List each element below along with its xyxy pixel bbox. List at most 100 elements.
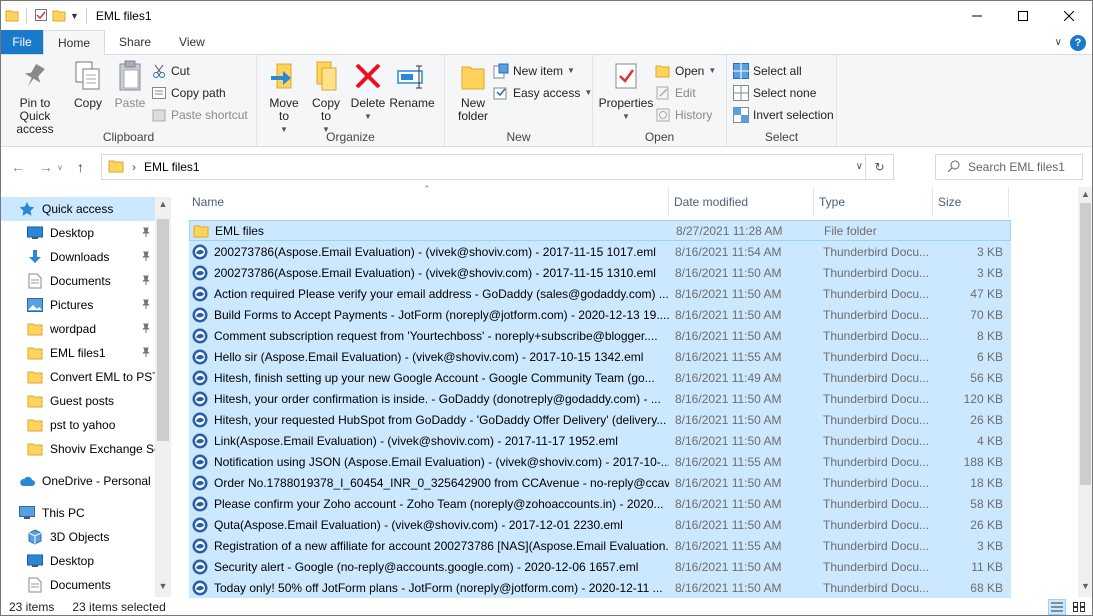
history-button[interactable]: History — [655, 105, 716, 124]
back-arrow-icon[interactable]: ← — [11, 159, 25, 175]
nav-item[interactable]: Documents — [1, 269, 155, 293]
nav-item[interactable]: EML files1 — [1, 341, 155, 365]
paste-shortcut-button[interactable]: Paste shortcut — [151, 105, 248, 124]
scroll-up-icon[interactable]: ▲ — [155, 199, 171, 209]
nav-item[interactable]: Shoviv Exchange Ser — [1, 437, 165, 461]
table-row[interactable]: Hitesh, your requested HubSpot from GoDa… — [189, 409, 1011, 430]
forward-arrow-icon[interactable]: → — [39, 159, 53, 175]
search-box[interactable]: Search EML files1 — [935, 154, 1083, 180]
file-name-cell: Registration of a new affiliate for acco… — [189, 538, 669, 554]
properties-icon[interactable] — [34, 8, 48, 25]
table-row[interactable]: Hitesh, finish setting up your new Googl… — [189, 367, 1011, 388]
table-row[interactable]: Today only! 50% off JotForm plans - JotF… — [189, 577, 1011, 598]
up-arrow-icon[interactable]: ↑ — [77, 159, 84, 175]
paste-shortcut-label: Paste shortcut — [171, 107, 248, 122]
date-modified-cell: 8/16/2021 11:49 AM — [675, 370, 782, 385]
table-row[interactable]: Build Forms to Accept Payments - JotForm… — [189, 304, 1011, 325]
details-view-icon[interactable] — [1048, 599, 1066, 615]
nav-item[interactable]: Desktop — [1, 549, 155, 573]
type-cell: File folder — [824, 223, 877, 238]
maximize-icon[interactable] — [1000, 1, 1046, 31]
breadcrumb-item[interactable]: EML files1 — [144, 160, 200, 174]
title-bar[interactable]: ▼ EML files1 — [1, 1, 1092, 31]
table-row[interactable]: Security alert - Google (no-reply@accoun… — [189, 556, 1011, 577]
scroll-down-icon[interactable]: ▼ — [1078, 581, 1092, 591]
help-icon[interactable]: ? — [1070, 35, 1086, 51]
paste-label: Paste — [114, 96, 146, 110]
file-list-scrollbar-thumb[interactable] — [1080, 203, 1091, 485]
pin-icon — [141, 323, 151, 336]
nav-item[interactable]: Desktop — [1, 221, 155, 245]
table-row[interactable]: Please confirm your Zoho account - Zoho … — [189, 493, 1011, 514]
nav-item[interactable]: Pictures — [1, 293, 155, 317]
column-size[interactable]: Size — [933, 187, 1009, 217]
file-name-cell: Action required Please verify your email… — [189, 286, 669, 302]
table-row[interactable]: Hello sir (Aspose.Email Evaluation) - (v… — [189, 346, 1011, 367]
table-row[interactable]: Quta(Aspose.Email Evaluation) - (vivek@s… — [189, 514, 1011, 535]
tab-home[interactable]: Home — [43, 30, 106, 55]
table-row[interactable]: Order No.1788019378_I_60454_INR_0_325642… — [189, 472, 1011, 493]
nav-scrollbar-thumb[interactable] — [157, 219, 169, 441]
nav-item[interactable]: Quick access — [1, 197, 155, 221]
ribbon-expand-icon[interactable]: ∨ — [1055, 37, 1062, 48]
search-input[interactable]: Search EML files1 — [968, 160, 1065, 174]
nav-item[interactable]: Documents — [1, 573, 155, 597]
file-list-scrollbar[interactable]: ▲ ▼ — [1078, 187, 1092, 597]
table-row[interactable]: 200273786(Aspose.Email Evaluation) - (vi… — [189, 241, 1011, 262]
table-row[interactable]: Registration of a new affiliate for acco… — [189, 535, 1011, 556]
type-cell: Thunderbird Docu... — [823, 538, 930, 553]
invert-selection-button[interactable]: Invert selection — [733, 105, 834, 124]
new-folder-icon[interactable] — [52, 8, 66, 25]
address-bar[interactable]: › EML files1 ∨ ↻ — [101, 154, 894, 180]
copy-path-button[interactable]: Copy path — [151, 83, 248, 102]
pin-icon — [19, 59, 51, 93]
nav-item[interactable]: Downloads — [1, 245, 155, 269]
table-row[interactable]: Action required Please verify your email… — [189, 283, 1011, 304]
minimize-icon[interactable] — [954, 1, 1000, 31]
nav-item[interactable]: This PC — [1, 501, 155, 525]
select-none-button[interactable]: Select none — [733, 83, 834, 102]
large-icons-view-icon[interactable] — [1070, 599, 1088, 615]
tab-share[interactable]: Share — [105, 30, 165, 54]
nav-item[interactable]: wordpad — [1, 317, 155, 341]
recent-locations-icon[interactable]: ∨ — [57, 163, 63, 172]
copy-label: Copy — [73, 96, 102, 110]
column-type[interactable]: Type — [814, 187, 933, 217]
address-dropdown-icon[interactable]: ∨ — [856, 161, 863, 172]
scroll-down-icon[interactable]: ▼ — [155, 581, 171, 591]
edit-button[interactable]: Edit — [655, 83, 716, 102]
size-cell: 18 KB — [970, 475, 1003, 490]
breadcrumb-separator-icon[interactable]: › — [132, 160, 136, 174]
table-row[interactable]: Notification using JSON (Aspose.Email Ev… — [189, 451, 1011, 472]
clipboard-group: Pin to Quick access Copy Paste Cut Copy … — [1, 55, 257, 147]
tab-view[interactable]: View — [165, 30, 219, 54]
file-list: Name Date modified Type Size ⌃ EML files… — [187, 184, 1092, 598]
date-modified-cell: 8/16/2021 11:50 AM — [675, 496, 782, 511]
scroll-up-icon[interactable]: ▲ — [1078, 189, 1092, 199]
nav-item[interactable]: pst to yahoo — [1, 413, 155, 437]
nav-scrollbar[interactable]: ▲ ▼ — [155, 197, 171, 597]
thunderbird-icon — [192, 433, 208, 449]
open-button[interactable]: Open ▼ — [655, 61, 716, 80]
size-cell: 11 KB — [971, 559, 1003, 574]
table-row[interactable]: EML files 8/27/2021 11:28 AM File folder — [189, 220, 1011, 241]
nav-item[interactable]: 3D Objects — [1, 525, 155, 549]
nav-item[interactable]: Guest posts — [1, 389, 155, 413]
tab-file[interactable]: File — [1, 30, 43, 54]
table-row[interactable]: 200273786(Aspose.Email Evaluation) - (vi… — [189, 262, 1011, 283]
nav-item[interactable]: OneDrive - Personal — [1, 469, 155, 493]
customize-icon[interactable]: ▼ — [70, 11, 79, 21]
table-row[interactable]: Link(Aspose.Email Evaluation) - (vivek@s… — [189, 430, 1011, 451]
type-cell: Thunderbird Docu... — [823, 286, 930, 301]
new-item-button[interactable]: New item ▼ — [493, 61, 592, 80]
table-row[interactable]: Comment subscription request from 'Yourt… — [189, 325, 1011, 346]
close-icon[interactable] — [1046, 1, 1092, 31]
refresh-icon[interactable]: ↻ — [865, 155, 893, 179]
cut-button[interactable]: Cut — [151, 61, 248, 80]
nav-item[interactable]: Convert EML to PST — [1, 365, 160, 389]
easy-access-button[interactable]: Easy access ▼ — [493, 83, 592, 102]
table-row[interactable]: Hitesh, your order confirmation is insid… — [189, 388, 1011, 409]
column-date-modified[interactable]: Date modified — [669, 187, 814, 217]
select-all-button[interactable]: Select all — [733, 61, 834, 80]
